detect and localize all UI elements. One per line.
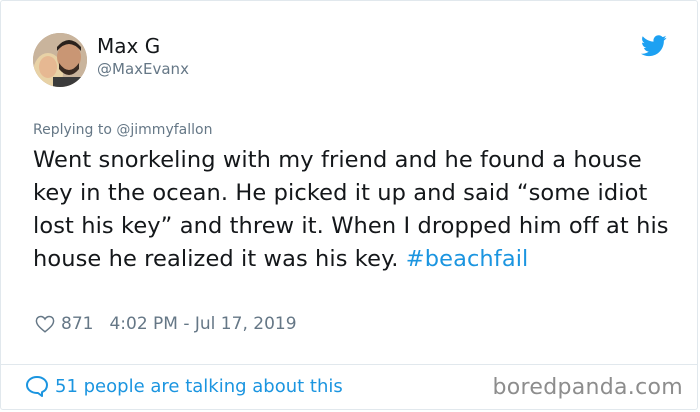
display-name[interactable]: Max G [97,34,160,58]
reply-mention-link[interactable]: @jimmyfallon [116,122,212,138]
avatar[interactable] [33,33,87,87]
divider [1,364,697,365]
tweet-body: Went snorkeling with my friend and he fo… [33,147,669,272]
like-count[interactable]: 871 [61,314,93,334]
boredpanda-watermark: boredpanda.com [492,375,683,400]
heart-icon[interactable] [35,315,55,333]
timestamp[interactable]: 4:02 PM - Jul 17, 2019 [109,314,296,334]
talking-about-link[interactable]: 51 people are talking about this [25,375,343,397]
user-handle[interactable]: @MaxEvanx [97,60,189,78]
tweet-text: Went snorkeling with my friend and he fo… [33,144,673,276]
hashtag-link[interactable]: #beachfail [406,246,529,272]
tweet-card: Max G @MaxEvanx Replying to @jimmyfallon… [0,0,698,410]
tweet-meta: 871 4:02 PM - Jul 17, 2019 [35,314,297,334]
avatar-photo [33,33,87,87]
speech-bubble-icon [25,375,49,397]
replying-to-label: Replying to [33,122,116,138]
talking-about-label: 51 people are talking about this [55,376,343,397]
twitter-bird-icon[interactable] [641,35,667,57]
replying-to: Replying to @jimmyfallon [33,122,212,138]
